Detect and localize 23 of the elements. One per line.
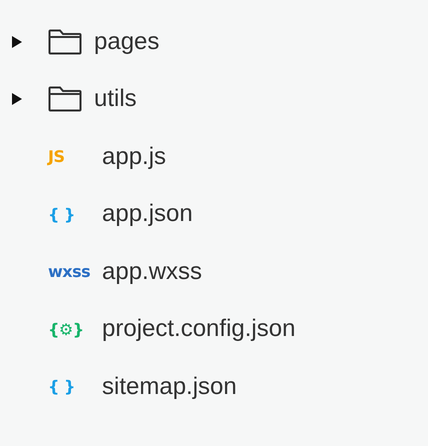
folder-name: utils (94, 85, 137, 114)
file-type-icon: { } (48, 204, 92, 224)
file-name: app.wxss (102, 258, 202, 286)
file-item[interactable]: { } app.json (0, 186, 428, 243)
folder-icon (48, 28, 82, 55)
folder-item[interactable]: utils (0, 70, 428, 128)
file-type-icon: JS (48, 147, 92, 166)
file-item[interactable]: JS app.js (0, 128, 428, 186)
file-item[interactable]: { } sitemap.json (0, 358, 428, 416)
folder-icon (48, 86, 82, 112)
file-name: sitemap.json (102, 372, 237, 401)
file-name: app.json (102, 200, 193, 228)
file-type-icon: wxss (48, 262, 92, 282)
file-item[interactable]: wxss app.wxss (0, 243, 428, 300)
file-type-icon: {⚙} (48, 320, 92, 339)
file-item[interactable]: {⚙} project.config.json (0, 300, 428, 358)
caret-icon[interactable] (12, 93, 22, 106)
folder-name: pages (94, 28, 160, 56)
caret-icon[interactable] (12, 36, 22, 48)
file-type-icon: { } (48, 377, 92, 396)
file-name: project.config.json (102, 315, 296, 344)
folder-item[interactable]: pages (0, 13, 428, 70)
file-name: app.js (102, 142, 166, 171)
